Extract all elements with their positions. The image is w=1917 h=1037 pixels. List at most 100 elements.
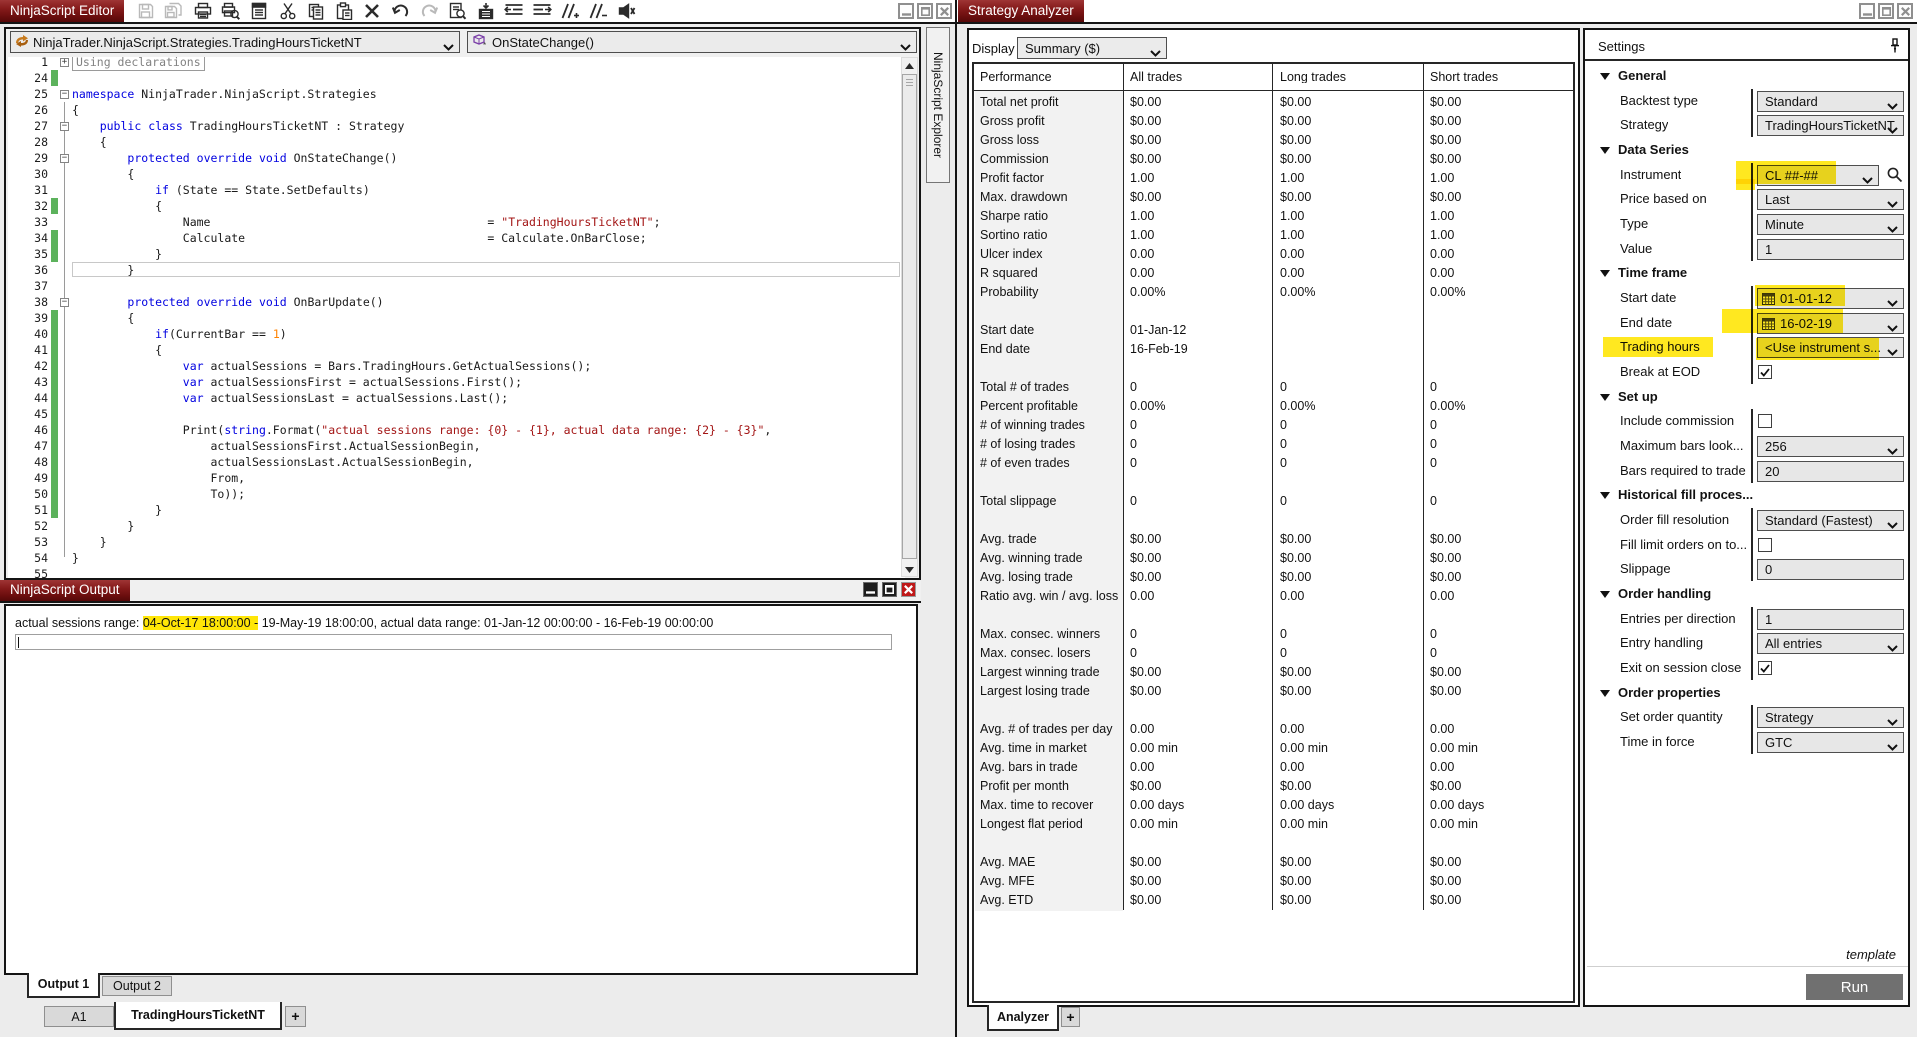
analyzer-window-title[interactable]: Strategy Analyzer — [958, 0, 1084, 22]
output-window-title[interactable]: NinjaScript Output — [0, 580, 130, 601]
output-tab-2[interactable]: Output 2 — [102, 976, 172, 996]
code-line-1[interactable]: 1 + Using declarations — [8, 57, 905, 71]
mute-icon[interactable] — [616, 0, 638, 22]
code-line-38[interactable]: 38− protected override void OnBarUpdate(… — [8, 294, 905, 310]
setting-control-include-commission-checkbox[interactable] — [1758, 414, 1772, 428]
code-line-28[interactable]: 28 { — [8, 134, 905, 150]
code-scrollbar-thumb[interactable] — [902, 74, 917, 559]
code-line-34[interactable]: 34 Calculate = Calculate.OnBarClose; — [8, 230, 905, 246]
code-line-32[interactable]: 32 { — [8, 198, 905, 214]
setting-control-entry-handling[interactable]: All entries — [1757, 633, 1904, 654]
fold-collapse-icon[interactable]: − — [60, 121, 69, 131]
table-row-of-even-trades[interactable]: # of even trades 0 0 0 — [974, 454, 1573, 473]
table-row-blank[interactable] — [974, 834, 1573, 853]
fold-expand-icon[interactable]: + — [60, 57, 69, 67]
template-icon[interactable] — [248, 0, 270, 22]
pin-icon[interactable] — [1890, 38, 1900, 54]
setting-control-slippage[interactable]: 0 — [1757, 559, 1904, 580]
table-row-total-of-trades[interactable]: Total # of trades 0 0 0 — [974, 378, 1573, 397]
code-line-26[interactable]: 26{ — [8, 102, 905, 118]
table-row-gross-profit[interactable]: Gross profit $0.00 $0.00 $0.00 — [974, 112, 1573, 131]
setting-control-order-fill-resolution[interactable]: Standard (Fastest) — [1757, 510, 1904, 531]
table-row-largest-winning-trade[interactable]: Largest winning trade $0.00 $0.00 $0.00 — [974, 663, 1573, 682]
find-icon[interactable] — [446, 0, 468, 22]
file-tab-tradinghoursticketnt[interactable]: TradingHoursTicketNT — [114, 1002, 282, 1030]
output-command-input[interactable] — [15, 634, 892, 650]
table-row-r-squared[interactable]: R squared 0.00 0.00 0.00 — [974, 264, 1573, 283]
output-close-button[interactable] — [901, 582, 916, 597]
setting-control-set-order-quantity[interactable]: Strategy — [1757, 707, 1904, 728]
editor-close-button[interactable] — [936, 3, 952, 19]
print-preview-icon[interactable] — [220, 0, 242, 22]
setting-control-backtest-type[interactable]: Standard — [1757, 91, 1904, 112]
code-editor[interactable]: 1 + Using declarations 24 25− namespace Ninja… — [8, 57, 905, 578]
code-line-41[interactable]: 41 { — [8, 342, 905, 358]
editor-minimize-button[interactable] — [898, 3, 914, 19]
setting-control-strategy[interactable]: TradingHoursTicketNT — [1757, 115, 1904, 136]
table-row-avg-mae[interactable]: Avg. MAE $0.00 $0.00 $0.00 — [974, 853, 1573, 872]
analyzer-maximize-button[interactable] — [1878, 3, 1894, 19]
table-row-avg-winning-trade[interactable]: Avg. winning trade $0.00 $0.00 $0.00 — [974, 549, 1573, 568]
header-performance[interactable]: Performance — [980, 64, 1120, 83]
table-row-blank[interactable] — [974, 511, 1573, 530]
code-line-30[interactable]: 30 { — [8, 166, 905, 182]
table-row-profit-factor[interactable]: Profit factor 1.00 1.00 1.00 — [974, 169, 1573, 188]
delete-icon[interactable] — [361, 0, 383, 22]
settings-section-historical-fill-proces[interactable]: Historical fill proces... — [1618, 487, 1753, 502]
output-maximize-button[interactable] — [882, 582, 897, 597]
uncomment-icon[interactable] — [588, 0, 610, 22]
code-line-52[interactable]: 52 } — [8, 518, 905, 534]
table-row-max-drawdown[interactable]: Max. drawdown $0.00 $0.00 $0.00 — [974, 188, 1573, 207]
section-collapse-icon[interactable] — [1600, 690, 1610, 697]
table-row-avg-of-trades-per-day[interactable]: Avg. # of trades per day 0.00 0.00 0.00 — [974, 720, 1573, 739]
table-row-blank[interactable] — [974, 701, 1573, 720]
method-dropdown[interactable]: * OnStateChange() — [467, 31, 917, 53]
table-row-avg-bars-in-trade[interactable]: Avg. bars in trade 0.00 0.00 0.00 — [974, 758, 1573, 777]
run-button[interactable]: Run — [1806, 974, 1903, 1000]
setting-control-fill-limit-orders-on-to-checkbox[interactable] — [1758, 538, 1772, 552]
output-content[interactable]: actual sessions range: 04-Oct-17 18:00:0… — [4, 604, 918, 975]
table-row-avg-losing-trade[interactable]: Avg. losing trade $0.00 $0.00 $0.00 — [974, 568, 1573, 587]
code-line-25[interactable]: 25− namespace NinjaTrader.NinjaScript.Str… — [8, 86, 905, 102]
settings-section-general[interactable]: General — [1618, 68, 1666, 83]
table-row-largest-losing-trade[interactable]: Largest losing trade $0.00 $0.00 $0.00 — [974, 682, 1573, 701]
collapsed-region-box[interactable]: Using declarations — [72, 57, 205, 71]
code-line-48[interactable]: 48 actualSessionsLast.ActualSessionBegin… — [8, 454, 905, 470]
settings-section-time-frame[interactable]: Time frame — [1618, 265, 1687, 280]
table-row-max-consec-losers[interactable]: Max. consec. losers 0 0 0 — [974, 644, 1573, 663]
code-line-27[interactable]: 27− public class TradingHoursTicketNT : … — [8, 118, 905, 134]
cut-icon[interactable] — [277, 0, 299, 22]
table-row-avg-etd[interactable]: Avg. ETD $0.00 $0.00 $0.00 — [974, 891, 1573, 910]
fold-collapse-icon[interactable]: − — [60, 153, 69, 163]
file-tab-a1[interactable]: A1 — [44, 1006, 114, 1027]
code-line-39[interactable]: 39 { — [8, 310, 905, 326]
section-collapse-icon[interactable] — [1600, 492, 1610, 499]
setting-control-value[interactable]: 1 — [1757, 239, 1904, 260]
table-row-longest-flat-period[interactable]: Longest flat period 0.00 min 0.00 min 0.00 … — [974, 815, 1573, 834]
table-row-profit-per-month[interactable]: Profit per month $0.00 $0.00 $0.00 — [974, 777, 1573, 796]
code-line-44[interactable]: 44 var actualSessionsLast = actualSessio… — [8, 390, 905, 406]
section-collapse-icon[interactable] — [1600, 394, 1610, 401]
table-row-gross-loss[interactable]: Gross loss $0.00 $0.00 $0.00 — [974, 131, 1573, 150]
section-collapse-icon[interactable] — [1600, 73, 1610, 80]
outdent-icon[interactable] — [503, 0, 525, 22]
code-line-42[interactable]: 42 var actualSessions = Bars.TradingHour… — [8, 358, 905, 374]
code-line-43[interactable]: 43 var actualSessionsFirst = actualSessi… — [8, 374, 905, 390]
redo-icon[interactable] — [418, 0, 440, 22]
setting-control-type[interactable]: Minute — [1757, 214, 1904, 235]
section-collapse-icon[interactable] — [1600, 591, 1610, 598]
code-line-54[interactable]: 54} — [8, 550, 905, 566]
table-row-blank[interactable] — [974, 302, 1573, 321]
code-line-55[interactable]: 55 — [8, 566, 905, 578]
table-row-percent-profitable[interactable]: Percent profitable 0.00% 0.00% 0.00% — [974, 397, 1573, 416]
setting-control-exit-on-session-close-checkbox[interactable] — [1758, 661, 1772, 675]
header-all-trades[interactable]: All trades — [1130, 64, 1270, 83]
table-row-of-winning-trades[interactable]: # of winning trades 0 0 0 — [974, 416, 1573, 435]
analyzer-minimize-button[interactable] — [1859, 3, 1875, 19]
instrument-search-icon[interactable] — [1886, 166, 1903, 183]
template-link[interactable]: template — [1846, 947, 1896, 962]
table-row-avg-time-in-market[interactable]: Avg. time in market 0.00 min 0.00 min 0.00 … — [974, 739, 1573, 758]
settings-section-order-properties[interactable]: Order properties — [1618, 685, 1721, 700]
settings-section-data-series[interactable]: Data Series — [1618, 142, 1689, 157]
setting-control-maximum-bars-look[interactable]: 256 — [1757, 436, 1904, 457]
